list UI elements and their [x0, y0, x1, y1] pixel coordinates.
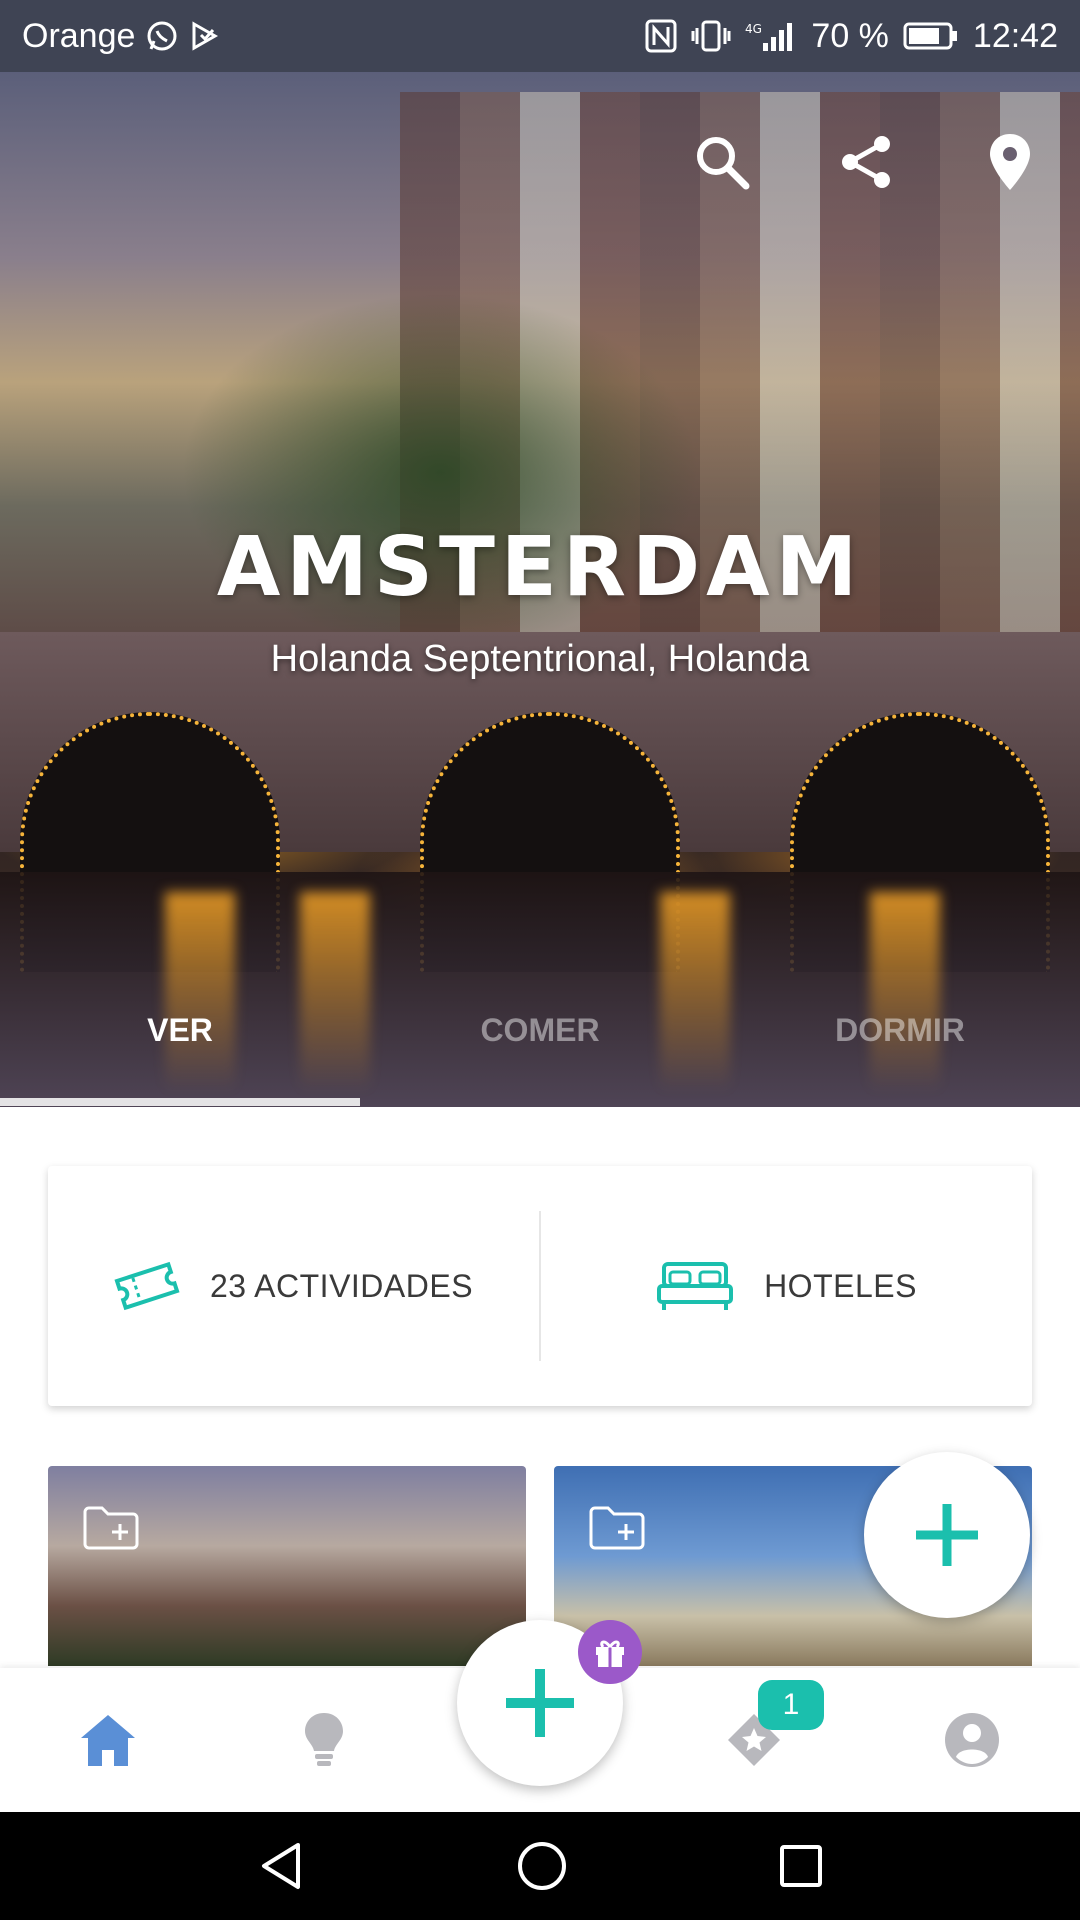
hotels-button[interactable]: HOTELES	[541, 1166, 1032, 1406]
category-tabs: VER COMER DORMIR	[0, 1000, 1080, 1100]
activities-label: 23 ACTIVIDADES	[209, 1267, 474, 1304]
plus-icon	[916, 1504, 978, 1566]
battery-icon	[903, 21, 959, 51]
favorites-count-badge: 1	[758, 1680, 824, 1730]
vibrate-icon	[691, 19, 731, 53]
profile-icon	[945, 1713, 999, 1767]
tab-ver[interactable]: VER	[0, 1000, 360, 1100]
clock: 12:42	[972, 16, 1058, 55]
tab-comer[interactable]: COMER	[360, 1000, 720, 1100]
map-button[interactable]	[968, 120, 1052, 204]
back-icon[interactable]	[256, 1841, 306, 1891]
hotels-label: HOTELES	[764, 1267, 917, 1304]
location-pin-icon	[990, 134, 1030, 190]
carrier-label: Orange	[22, 16, 136, 55]
recents-icon[interactable]	[778, 1843, 824, 1889]
system-nav-bar	[0, 1812, 1080, 1920]
folder-add-icon[interactable]	[82, 1504, 140, 1555]
city-subtitle: Holanda Septentrional, Holanda	[270, 638, 810, 680]
search-icon	[697, 137, 750, 190]
nav-ideas[interactable]	[264, 1668, 384, 1812]
folder-add-icon[interactable]	[588, 1504, 646, 1555]
gift-icon	[596, 1640, 624, 1667]
signal-icon: 4G	[745, 19, 797, 53]
home-button-icon[interactable]	[516, 1840, 568, 1892]
nfc-icon	[645, 19, 677, 53]
add-fab[interactable]	[864, 1452, 1030, 1618]
plus-icon	[506, 1669, 574, 1737]
hero-actions	[680, 120, 1052, 204]
nav-home[interactable]	[48, 1668, 168, 1812]
home-icon	[81, 1715, 135, 1766]
activities-button[interactable]: 23 ACTIVIDADES	[48, 1166, 539, 1406]
svg-text:4G: 4G	[745, 22, 762, 36]
share-icon	[842, 136, 890, 188]
ticket-icon	[114, 1261, 180, 1311]
tab-dormir[interactable]: DORMIR	[720, 1000, 1080, 1100]
share-button[interactable]	[824, 120, 908, 204]
battery-percent: 70 %	[811, 16, 889, 55]
photo-card[interactable]	[48, 1466, 526, 1666]
gift-badge[interactable]	[578, 1620, 642, 1684]
play-store-icon	[189, 21, 219, 51]
nav-profile[interactable]	[912, 1668, 1032, 1812]
info-card: 23 ACTIVIDADES HOTELES	[48, 1166, 1032, 1406]
status-bar: Orange 4G 70 % 12:42	[0, 0, 1080, 72]
bed-icon	[657, 1262, 734, 1310]
search-button[interactable]	[680, 120, 764, 204]
whatsapp-icon	[145, 19, 179, 53]
tab-indicator	[0, 1098, 360, 1106]
city-title: AMSTERDAM	[216, 520, 864, 615]
lightbulb-icon	[305, 1713, 343, 1766]
